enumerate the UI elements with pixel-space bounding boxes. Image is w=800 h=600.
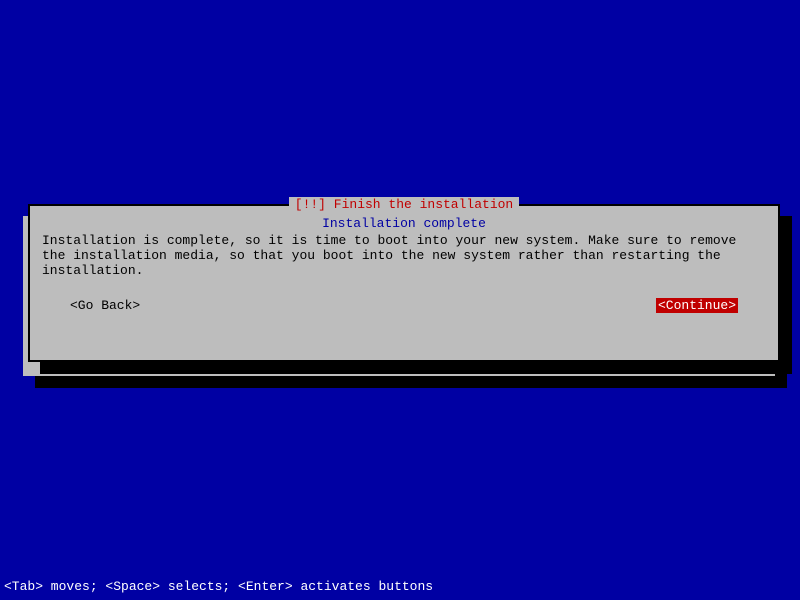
dialog-subtitle: Installation complete [42, 216, 766, 231]
footer-hint: <Tab> moves; <Space> selects; <Enter> ac… [4, 579, 433, 594]
continue-button[interactable]: <Continue> [656, 298, 738, 313]
dialog-body: Installation is complete, so it is time … [42, 233, 766, 278]
dialog: [!!] Finish the installation Installatio… [28, 204, 780, 362]
go-back-button[interactable]: <Go Back> [70, 298, 140, 313]
dialog-title: [!!] Finish the installation [289, 197, 519, 212]
